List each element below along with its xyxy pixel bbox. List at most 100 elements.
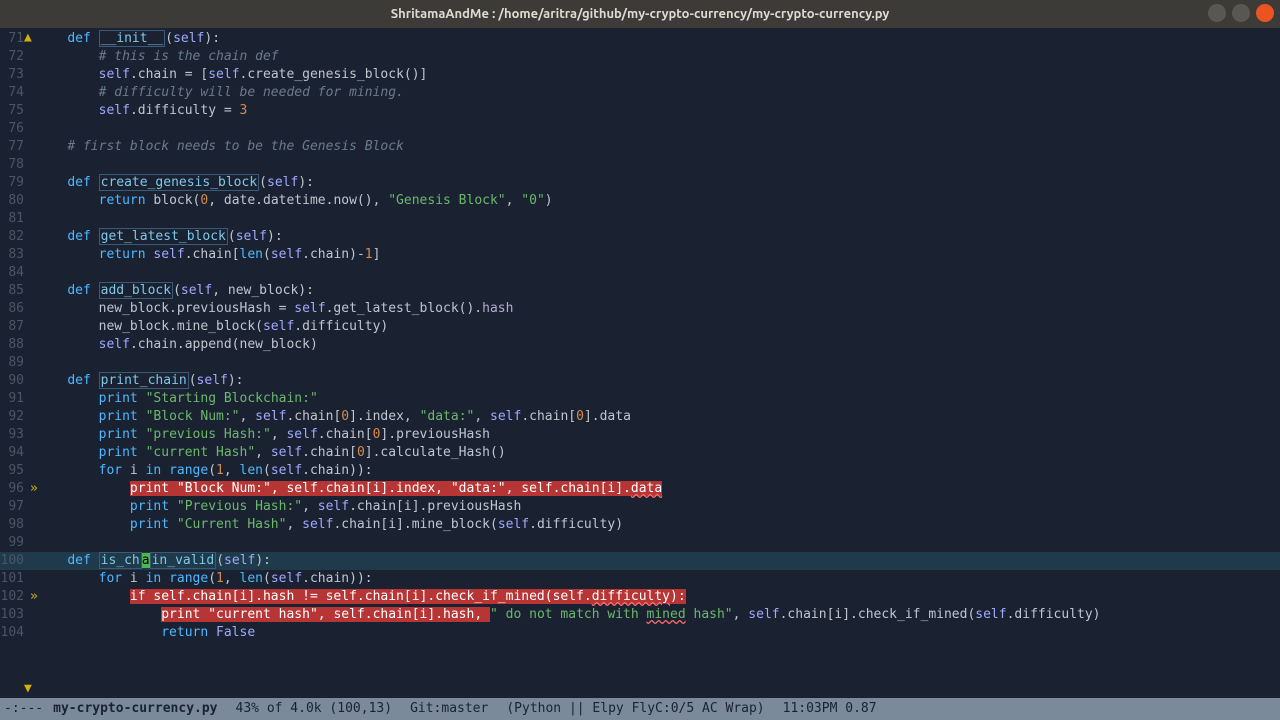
line-number: 80 (0, 192, 30, 210)
window-titlebar: ShritamaAndMe : /home/aritra/github/my-c… (0, 0, 1280, 28)
fold-down-icon[interactable]: ▼ (24, 681, 32, 696)
code-line[interactable]: 94 print "current Hash", self.chain[0].c… (0, 444, 1280, 462)
code-line[interactable]: 82 def get_latest_block(self): (0, 228, 1280, 246)
code-line[interactable]: 90 def print_chain(self): (0, 372, 1280, 390)
code-content[interactable]: # this is the chain def (36, 48, 1280, 66)
modeline-prefix: -:--- (4, 698, 43, 720)
code-line[interactable]: 101 for i in range(1, len(self.chain)): (0, 570, 1280, 588)
code-line[interactable]: 78 (0, 156, 1280, 174)
code-content[interactable]: # first block needs to be the Genesis Bl… (36, 138, 1280, 156)
code-content[interactable]: print "Starting Blockchain:" (36, 390, 1280, 408)
line-number: 101 (0, 570, 30, 588)
line-number: 73 (0, 66, 30, 84)
code-line[interactable]: 77 # first block needs to be the Genesis… (0, 138, 1280, 156)
code-content[interactable] (36, 210, 1280, 228)
code-content[interactable]: print "current Hash", self.chain[0].calc… (36, 444, 1280, 462)
code-line[interactable]: 83 return self.chain[len(self.chain)-1] (0, 246, 1280, 264)
code-content[interactable]: print "Previous Hash:", self.chain[i].pr… (36, 498, 1280, 516)
code-line[interactable]: 103 print "current hash", self.chain[i].… (0, 606, 1280, 624)
close-icon[interactable] (1256, 4, 1274, 22)
code-line[interactable]: 95 for i in range(1, len(self.chain)): (0, 462, 1280, 480)
code-content[interactable]: for i in range(1, len(self.chain)): (36, 570, 1280, 588)
line-number: 74 (0, 84, 30, 102)
code-line[interactable]: 91 print "Starting Blockchain:" (0, 390, 1280, 408)
code-line[interactable]: 81 (0, 210, 1280, 228)
line-number: 83 (0, 246, 30, 264)
code-content[interactable]: return self.chain[len(self.chain)-1] (36, 246, 1280, 264)
code-content[interactable] (36, 354, 1280, 372)
code-line[interactable]: 92 print "Block Num:", self.chain[0].ind… (0, 408, 1280, 426)
code-line[interactable]: 96» print "Block Num:", self.chain[i].in… (0, 480, 1280, 498)
code-content[interactable]: return False (36, 624, 1280, 642)
code-content[interactable]: def __init__(self): (36, 30, 1280, 48)
code-content[interactable]: # difficulty will be needed for mining. (36, 84, 1280, 102)
line-number: 76 (0, 120, 30, 138)
line-number: 93 (0, 426, 30, 444)
code-line[interactable]: 75 self.difficulty = 3 (0, 102, 1280, 120)
line-number: 86 (0, 300, 30, 318)
code-line[interactable]: 76 (0, 120, 1280, 138)
code-content[interactable]: print "Block Num:", self.chain[0].index,… (36, 408, 1280, 426)
code-content[interactable]: if self.chain[i].hash != self.chain[i].c… (36, 588, 1280, 606)
fold-up-icon[interactable]: ▲ (24, 30, 32, 45)
line-number: 104 (0, 624, 30, 642)
code-content[interactable]: return block(0, date.datetime.now(), "Ge… (36, 192, 1280, 210)
code-line[interactable]: 80 return block(0, date.datetime.now(), … (0, 192, 1280, 210)
code-content[interactable] (36, 534, 1280, 552)
line-number: 96 (0, 480, 30, 498)
line-number: 98 (0, 516, 30, 534)
code-line[interactable]: 79 def create_genesis_block(self): (0, 174, 1280, 192)
code-content[interactable]: def is_chain_valid(self): (36, 552, 1280, 570)
code-content[interactable]: print "current hash", self.chain[i].hash… (36, 606, 1280, 624)
code-line[interactable]: 87 new_block.mine_block(self.difficulty) (0, 318, 1280, 336)
code-line[interactable]: 89 (0, 354, 1280, 372)
modeline-filename: my-crypto-currency.py (53, 698, 217, 720)
line-number: 85 (0, 282, 30, 300)
code-line[interactable]: 86 new_block.previousHash = self.get_lat… (0, 300, 1280, 318)
modeline-git: Git:master (410, 698, 488, 720)
modeline-mode: (Python || Elpy FlyC:0/5 AC Wrap) (506, 698, 764, 720)
code-line[interactable]: 73 self.chain = [self.create_genesis_blo… (0, 66, 1280, 84)
code-content[interactable]: self.chain = [self.create_genesis_block(… (36, 66, 1280, 84)
code-content[interactable] (36, 264, 1280, 282)
code-content[interactable] (36, 156, 1280, 174)
line-number: 88 (0, 336, 30, 354)
code-line[interactable]: 74 # difficulty will be needed for minin… (0, 84, 1280, 102)
line-number: 81 (0, 210, 30, 228)
maximize-icon[interactable] (1232, 4, 1250, 22)
window-title: ShritamaAndMe : /home/aritra/github/my-c… (391, 7, 890, 21)
code-content[interactable]: self.difficulty = 3 (36, 102, 1280, 120)
code-line[interactable]: 97 print "Previous Hash:", self.chain[i]… (0, 498, 1280, 516)
code-line[interactable]: 93 print "previous Hash:", self.chain[0]… (0, 426, 1280, 444)
code-content[interactable]: def add_block(self, new_block): (36, 282, 1280, 300)
line-number: 77 (0, 138, 30, 156)
line-number: 84 (0, 264, 30, 282)
code-content[interactable]: print "Current Hash", self.chain[i].mine… (36, 516, 1280, 534)
code-content[interactable]: def create_genesis_block(self): (36, 174, 1280, 192)
code-line[interactable]: 99 (0, 534, 1280, 552)
code-editor[interactable]: ▲ 71 def __init__(self):72 # this is the… (0, 28, 1280, 698)
code-content[interactable] (36, 120, 1280, 138)
line-number: 89 (0, 354, 30, 372)
code-content[interactable]: def get_latest_block(self): (36, 228, 1280, 246)
code-line[interactable]: 102» if self.chain[i].hash != self.chain… (0, 588, 1280, 606)
code-line[interactable]: 104 return False (0, 624, 1280, 642)
code-content[interactable]: self.chain.append(new_block) (36, 336, 1280, 354)
code-line[interactable]: 84 (0, 264, 1280, 282)
code-line[interactable]: 71 def __init__(self): (0, 30, 1280, 48)
minimize-icon[interactable] (1208, 4, 1226, 22)
code-line[interactable]: 98 print "Current Hash", self.chain[i].m… (0, 516, 1280, 534)
code-content[interactable]: print "previous Hash:", self.chain[0].pr… (36, 426, 1280, 444)
code-line[interactable]: 72 # this is the chain def (0, 48, 1280, 66)
code-content[interactable]: def print_chain(self): (36, 372, 1280, 390)
line-number: 102 (0, 588, 30, 606)
code-line[interactable]: 85 def add_block(self, new_block): (0, 282, 1280, 300)
code-content[interactable]: print "Block Num:", self.chain[i].index,… (36, 480, 1280, 498)
code-content[interactable]: new_block.previousHash = self.get_latest… (36, 300, 1280, 318)
line-number: 78 (0, 156, 30, 174)
code-content[interactable]: for i in range(1, len(self.chain)): (36, 462, 1280, 480)
code-line[interactable]: 100 def is_chain_valid(self): (0, 552, 1280, 570)
code-content[interactable]: new_block.mine_block(self.difficulty) (36, 318, 1280, 336)
code-line[interactable]: 88 self.chain.append(new_block) (0, 336, 1280, 354)
line-number: 92 (0, 408, 30, 426)
